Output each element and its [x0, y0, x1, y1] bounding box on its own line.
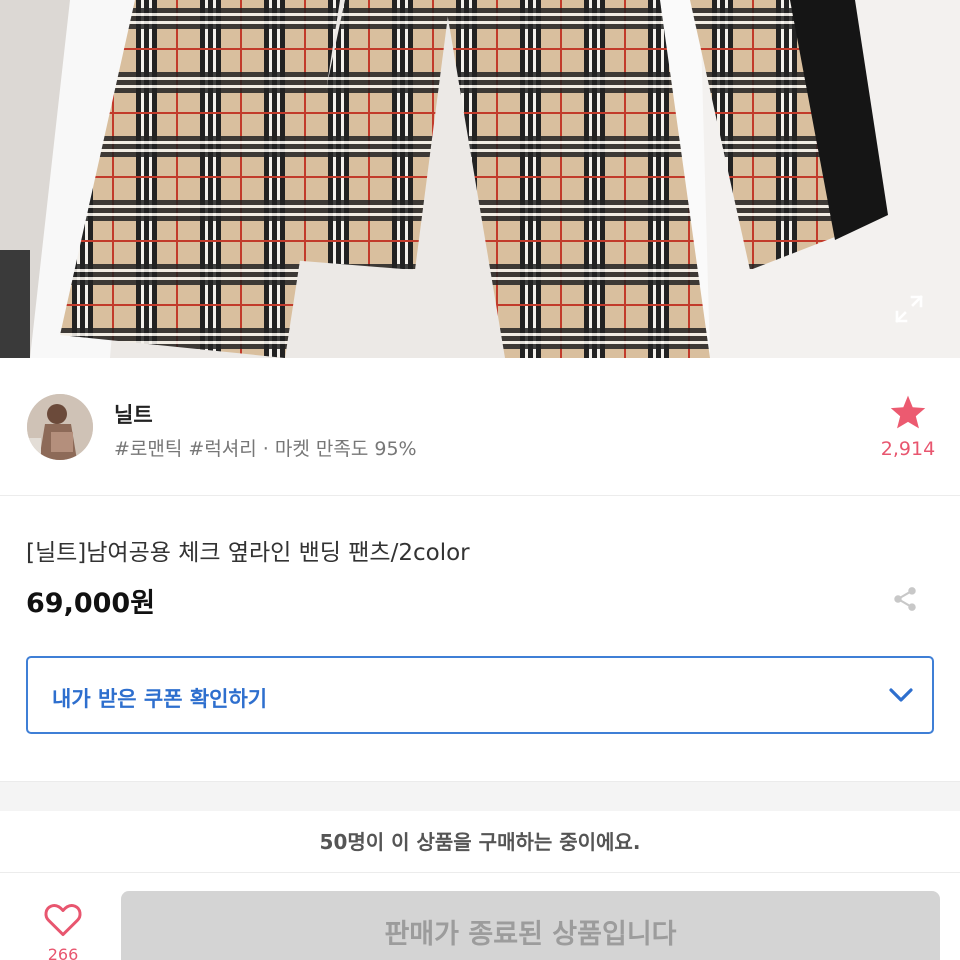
section-divider: [0, 781, 960, 811]
product-title: [닐트]남여공용 체크 옆라인 밴딩 팬츠/2color: [26, 540, 470, 566]
share-icon: [894, 587, 916, 611]
product-detail-page: 닐트 #로맨틱 #럭셔리 · 마켓 만족도 95% 2,914 [닐트]남여공용…: [0, 0, 960, 960]
share-button[interactable]: [884, 578, 926, 620]
expand-image-button[interactable]: [888, 288, 930, 330]
favorite-count: 2,914: [880, 438, 936, 460]
bottom-action-bar: 266 판매가 종료된 상품입니다: [0, 873, 960, 960]
like-count: 266: [47, 945, 79, 960]
product-photo: [0, 0, 960, 358]
like-button[interactable]: 266: [36, 901, 90, 960]
avatar-image: [27, 394, 93, 460]
product-image[interactable]: [0, 0, 960, 358]
coupon-check-button[interactable]: 내가 받은 쿠폰 확인하기: [26, 656, 934, 734]
expand-icon: [895, 295, 923, 323]
seller-tags: #로맨틱 #럭셔리 · 마켓 만족도 95%: [114, 438, 417, 460]
seller-section[interactable]: 닐트 #로맨틱 #럭셔리 · 마켓 만족도 95% 2,914: [0, 358, 960, 496]
coupon-label: 내가 받은 쿠폰 확인하기: [52, 687, 268, 711]
seller-name[interactable]: 닐트: [114, 399, 153, 429]
favorite-store-button[interactable]: 2,914: [870, 394, 946, 460]
star-icon: [890, 395, 926, 429]
heart-icon: [44, 904, 82, 937]
seller-avatar[interactable]: [27, 394, 93, 460]
product-price: 69,000원: [26, 588, 156, 619]
sold-out-button: 판매가 종료된 상품입니다: [121, 891, 940, 960]
buying-notice: 50명이 이 상품을 구매하는 중이에요.: [0, 811, 960, 873]
chevron-down-icon: [889, 688, 913, 702]
